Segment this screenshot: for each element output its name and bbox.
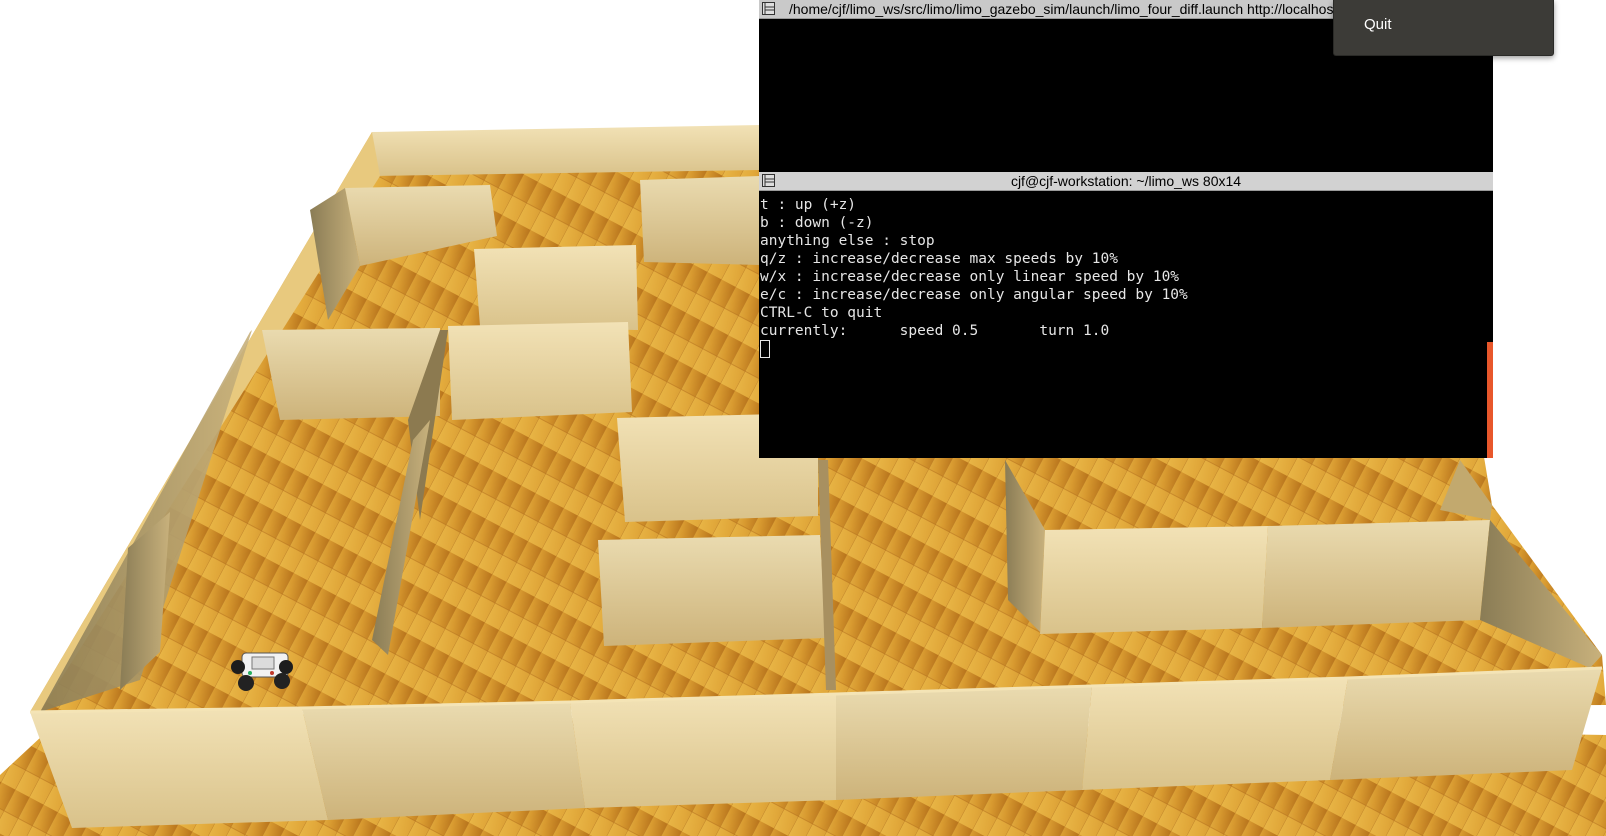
terminal-line: currently: speed 0.5 turn 1.0 — [760, 323, 1110, 339]
launch-terminal-title: /home/cjf/limo_ws/src/limo/limo_gazebo_s… — [789, 1, 1379, 17]
terminal-scrollbar[interactable] — [1487, 342, 1493, 458]
maze-wall — [1040, 526, 1268, 634]
popup-menu: Quit — [1333, 0, 1554, 56]
terminal-cursor — [760, 340, 770, 358]
maze-wall — [598, 535, 826, 646]
maze-wall — [372, 125, 760, 176]
maze-wall — [1262, 520, 1490, 628]
teleop-terminal-title: cjf@cjf-workstation: ~/limo_ws 80x14 — [1010, 173, 1242, 189]
maze-wall — [30, 708, 328, 828]
terminal-line: b : down (-z) — [760, 215, 874, 231]
maze-wall — [474, 245, 638, 330]
terminal-line: e/c : increase/decrease only angular spe… — [760, 287, 1188, 303]
teleop-terminal-window[interactable]: cjf@cjf-workstation: ~/limo_ws 80x14 t :… — [759, 172, 1493, 458]
maze-wall — [640, 176, 760, 265]
teleop-terminal-titlebar[interactable]: cjf@cjf-workstation: ~/limo_ws 80x14 — [759, 172, 1493, 191]
terminal-line: CTRL-C to quit — [760, 305, 883, 321]
maze-wall — [1330, 668, 1602, 780]
terminal-output[interactable]: t : up (+z) b : down (-z) anything else : … — [760, 196, 1188, 360]
terminal-line: t : up (+z) — [760, 197, 857, 213]
terminal-line: anything else : stop — [760, 233, 935, 249]
maze-wall — [302, 702, 585, 820]
quit-menu-item[interactable]: Quit — [1364, 16, 1392, 33]
maze-wall — [448, 322, 632, 420]
terminal-line: w/x : increase/decrease only linear spee… — [760, 269, 1180, 285]
maze-wall — [1082, 678, 1348, 790]
terminal-menu-icon[interactable] — [762, 2, 775, 15]
maze-wall — [570, 694, 836, 808]
terminal-line: q/z : increase/decrease max speeds by 10… — [760, 251, 1118, 267]
maze-wall — [836, 686, 1092, 800]
